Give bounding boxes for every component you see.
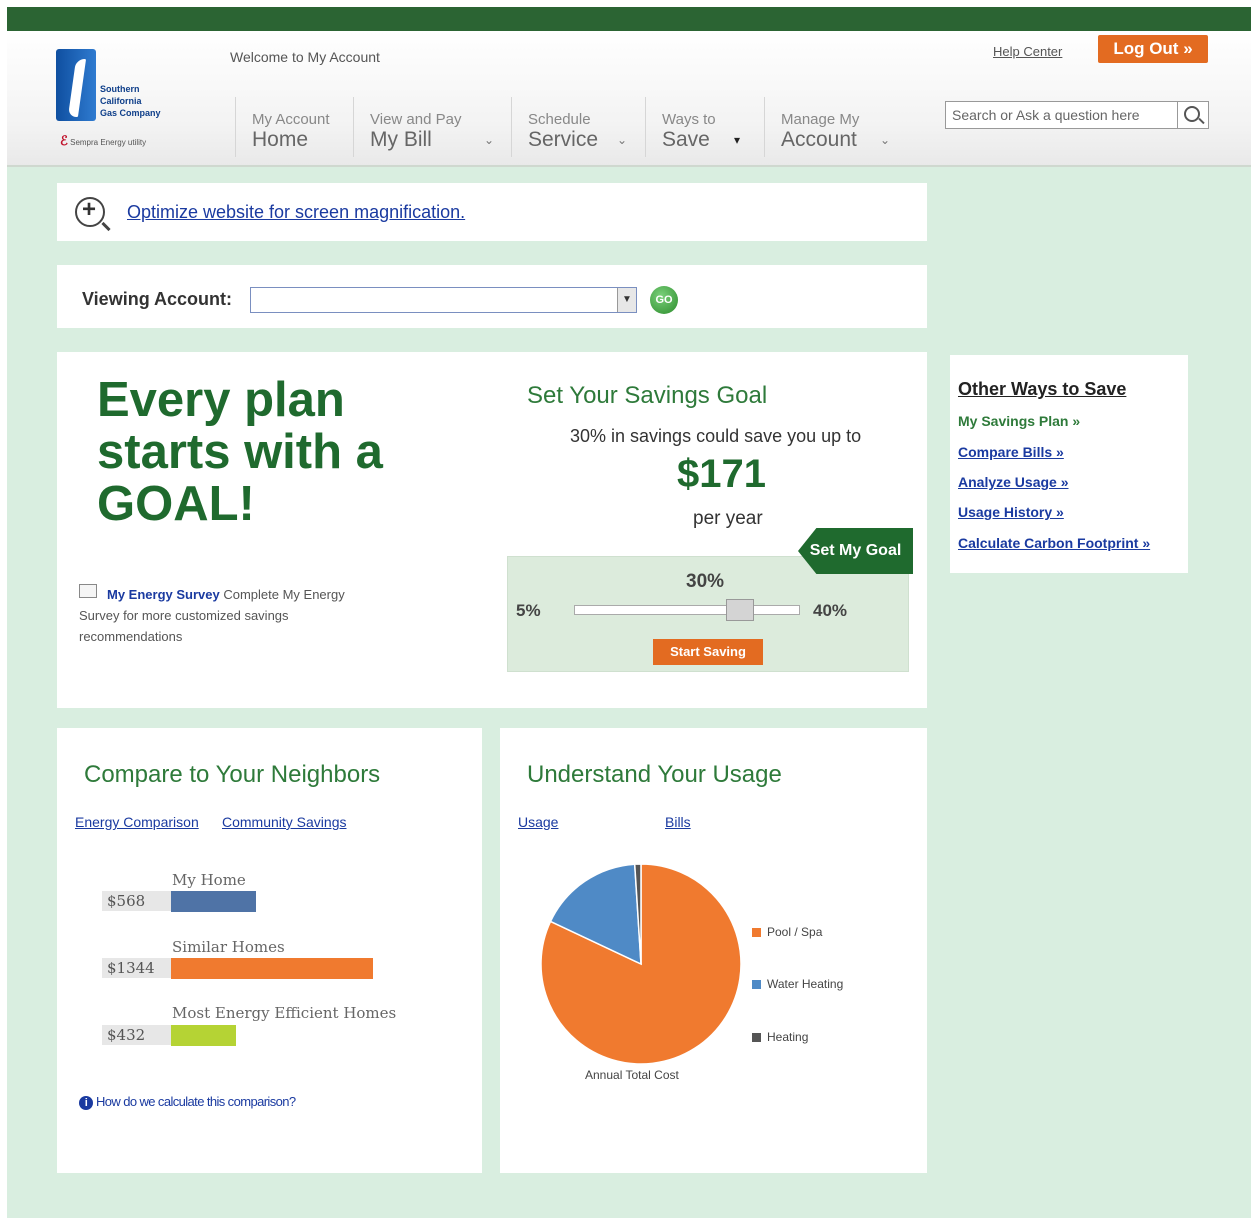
usage-title: Understand Your Usage <box>527 761 782 788</box>
comparison-bar <box>171 891 256 912</box>
flame-logo-icon <box>56 49 96 121</box>
comparison-help-text: How do we calculate this comparison? <box>96 1094 296 1109</box>
other-ways-title: Other Ways to Save <box>958 379 1127 399</box>
nav-large-label: Home <box>252 128 309 151</box>
slider-max-label: 40% <box>813 601 848 620</box>
magnification-link[interactable]: Optimize website for screen magnificatio… <box>127 202 465 223</box>
nav-small-label: Ways to <box>662 111 716 128</box>
comparison-bar <box>171 958 373 979</box>
usage-history-link[interactable]: Usage History » <box>958 504 1064 520</box>
nav-small-label: My Account <box>252 111 330 128</box>
legend-item-water-heating: Water Heating <box>752 977 843 991</box>
usage-panel: Understand Your Usage Usage Bills Pool /… <box>500 728 927 1173</box>
savings-amount: $171 <box>677 452 766 496</box>
legend-label: Heating <box>767 1030 809 1044</box>
comparison-label: Similar Homes <box>172 938 285 956</box>
tab-energy-comparison[interactable]: Energy Comparison <box>75 814 199 830</box>
set-my-goal-button[interactable]: Set My Goal <box>798 528 913 574</box>
savings-slider-track[interactable] <box>574 605 800 615</box>
slider-min-label: 5% <box>516 601 541 620</box>
savings-goal-title: Set Your Savings Goal <box>527 382 768 409</box>
nav-small-label: Schedule <box>528 111 591 128</box>
savings-goal-panel: Every plan starts with a GOAL! My Energy… <box>57 352 927 708</box>
compare-neighbors-panel: Compare to Your Neighbors Energy Compari… <box>57 728 482 1173</box>
energy-survey-link[interactable]: My Energy Survey <box>107 587 220 602</box>
tab-community-savings[interactable]: Community Savings <box>222 814 347 830</box>
top-bar <box>7 7 1251 31</box>
goal-heading: Every plan starts with a GOAL! <box>97 373 383 531</box>
help-center-link[interactable]: Help Center <box>993 44 1062 59</box>
dropdown-arrow-icon[interactable]: ▼ <box>617 288 636 312</box>
nav-small-label: Manage My <box>781 111 860 128</box>
nav-large-label: Service <box>528 128 599 151</box>
chevron-down-icon: ⌄ <box>484 133 495 147</box>
nav-large-label: Account <box>781 128 857 151</box>
sempra-text: Sempra Energy utility <box>70 138 147 147</box>
logo-line: California <box>100 96 142 106</box>
analyze-usage-link[interactable]: Analyze Usage » <box>958 474 1069 490</box>
logo-line: Southern <box>100 84 140 94</box>
account-panel: Viewing Account: ▼ GO <box>57 265 927 328</box>
nav-large-label: Save <box>662 128 710 151</box>
legend-item-pool-spa: Pool / Spa <box>752 925 822 939</box>
go-button[interactable]: GO <box>650 286 678 314</box>
logo-line: Gas Company <box>100 108 161 118</box>
nav-small-label: View and Pay <box>370 111 462 128</box>
legend-swatch <box>752 1033 761 1043</box>
pie-caption: Annual Total Cost <box>585 1068 679 1082</box>
tab-usage[interactable]: Usage <box>518 814 558 830</box>
legend-label: Water Heating <box>767 977 844 991</box>
comparison-bar <box>171 1025 236 1046</box>
comparison-value: $568 <box>102 891 175 911</box>
savings-goal-subtitle: 30% in savings could save you up to <box>570 426 862 446</box>
comparison-label: My Home <box>172 871 246 889</box>
search-input[interactable]: Search or Ask a question here <box>952 107 1140 123</box>
nav-account[interactable]: Manage My Account ⌄ <box>764 97 911 157</box>
logout-button[interactable]: Log Out » <box>1098 35 1208 63</box>
savings-plan-link[interactable]: My Savings Plan » <box>958 413 1080 429</box>
nav-my-bill[interactable]: View and Pay My Bill ⌄ <box>353 97 510 157</box>
start-saving-button[interactable]: Start Saving <box>653 639 763 665</box>
caret-down-icon: ▾ <box>734 133 741 147</box>
tab-bills[interactable]: Bills <box>665 814 691 830</box>
savings-per-year: per year <box>693 508 763 529</box>
compare-bills-link[interactable]: Compare Bills » <box>958 444 1064 460</box>
survey-text: My Energy Survey Complete My Energy Surv… <box>79 584 369 647</box>
comparison-value: $432 <box>102 1025 175 1045</box>
logo-text: Southern California Gas Company <box>100 83 170 119</box>
account-label: Viewing Account: <box>82 289 233 309</box>
info-icon: i <box>79 1096 93 1110</box>
chevron-down-icon: ⌄ <box>617 133 628 147</box>
other-ways-panel: Other Ways to Save My Savings Plan » Com… <box>950 355 1188 573</box>
comparison-help[interactable]: i How do we calculate this comparison? <box>79 1094 296 1110</box>
carbon-footprint-link[interactable]: Calculate Carbon Footprint » <box>958 535 1150 551</box>
welcome-text: Welcome to My Account <box>230 49 380 65</box>
savings-slider-handle[interactable] <box>726 599 755 621</box>
legend-swatch <box>752 928 761 938</box>
legend-swatch <box>752 980 761 990</box>
search-icon[interactable] <box>1177 102 1208 128</box>
sempra-mark-icon: ℰ <box>60 133 68 148</box>
account-select[interactable]: ▼ <box>250 287 637 313</box>
comparison-label: Most Energy Efficient Homes <box>172 1004 397 1022</box>
search-box[interactable]: Search or Ask a question here <box>945 101 1209 129</box>
magnify-panel: Optimize website for screen magnificatio… <box>57 183 927 241</box>
comparison-value: $1344 <box>102 958 175 978</box>
usage-pie-chart <box>540 863 742 1065</box>
neighbors-title: Compare to Your Neighbors <box>84 761 381 788</box>
nav-home[interactable]: My Account Home <box>235 97 352 157</box>
socalgas-logo[interactable]: Southern California Gas Company ℰ Sempra… <box>52 45 192 155</box>
legend-label: Pool / Spa <box>767 925 823 939</box>
legend-item-heating: Heating <box>752 1030 808 1044</box>
nav-service[interactable]: Schedule Service ⌄ <box>511 97 646 157</box>
slider-value: 30% <box>686 571 725 592</box>
chevron-down-icon: ⌄ <box>880 133 891 147</box>
zoom-in-icon[interactable] <box>75 196 105 227</box>
sempra-logo: ℰ Sempra Energy utility <box>60 133 146 149</box>
nav-save[interactable]: Ways to Save ▾ <box>645 97 762 157</box>
